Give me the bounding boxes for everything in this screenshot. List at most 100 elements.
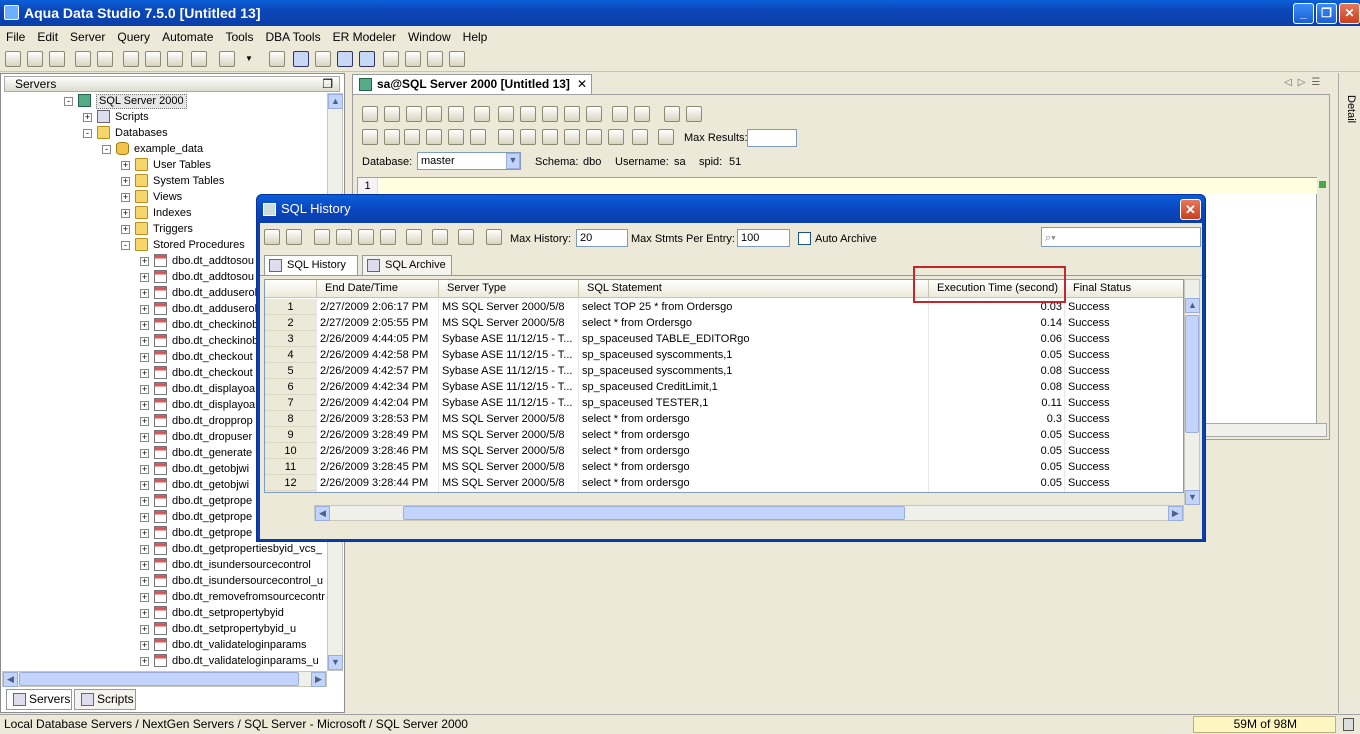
table-row[interactable]: 5 2/26/2009 4:42:57 PM Sybase ASE 11/12/15… [265,363,1183,379]
column-header[interactable]: Final Status [1065,280,1183,298]
tree-node[interactable]: + User Tables [2,157,328,173]
query-options-icon[interactable] [658,129,674,145]
history-copy-icon[interactable] [336,229,352,245]
expand-icon[interactable]: + [121,225,130,234]
print-icon[interactable] [474,106,490,122]
layout-4-icon[interactable] [359,51,375,67]
menu-er-modeler[interactable]: ER Modeler [327,27,402,44]
query-window-icon[interactable] [123,51,139,67]
expand-icon[interactable]: + [121,209,130,218]
column-header[interactable]: Server Type [439,280,579,298]
expand-icon[interactable]: + [140,545,149,554]
query-tab[interactable]: sa@SQL Server 2000 [Untitled 13] ✕ [352,74,592,94]
history-new-icon[interactable] [264,229,280,245]
results-text-icon[interactable] [608,129,624,145]
menu-help[interactable]: Help [457,27,494,44]
max-results-input[interactable] [747,129,797,147]
cut-icon[interactable] [498,106,514,122]
minimize-button[interactable]: _ [1293,3,1314,24]
tab-servers[interactable]: Servers [6,689,72,710]
table-row[interactable]: 8 2/26/2009 3:28:53 PM MS SQL Server 2000/… [265,411,1183,427]
history-print-icon[interactable] [358,229,374,245]
menu-tools[interactable]: Tools [219,27,259,44]
chevron-down-icon[interactable]: ▼ [506,153,520,169]
grid-vertical-scrollbar[interactable]: ▲ ▼ [1184,279,1200,505]
expand-icon[interactable]: + [140,513,149,522]
tree-hscroll-thumb[interactable] [19,672,299,686]
register-server-icon[interactable] [27,51,43,67]
row-number-header[interactable] [265,280,317,298]
connect-icon[interactable] [5,51,21,67]
history-layout-icon[interactable] [432,229,448,245]
grid-horizontal-scrollbar[interactable]: ◀ ▶ [314,505,1184,521]
new-query-icon[interactable] [362,106,378,122]
replace-icon[interactable] [634,106,650,122]
tab-sql-history[interactable]: SQL History [264,255,358,275]
column-header[interactable]: End Date/Time [317,280,439,298]
table-row[interactable]: 10 2/26/2009 3:28:46 PM MS SQL Server 2000… [265,443,1183,459]
tree-node[interactable]: + dbo.dt_isundersourcecontrol [2,557,328,573]
table-row[interactable]: 6 2/26/2009 4:42:34 PM Sybase ASE 11/12/15… [265,379,1183,395]
table-row[interactable]: 11 2/26/2009 3:28:45 PM MS SQL Server 2000… [265,459,1183,475]
expand-icon[interactable]: + [140,289,149,298]
comment-icon[interactable] [686,106,702,122]
database-select[interactable]: master ▼ [417,152,521,170]
tree-node[interactable]: - Databases [2,125,328,141]
table-row[interactable]: 3 2/26/2009 4:44:05 PM Sybase ASE 11/12/15… [265,331,1183,347]
parse-icon[interactable] [448,129,464,145]
format-icon[interactable] [664,106,680,122]
save-as-icon[interactable] [426,106,442,122]
layout-1-icon[interactable] [293,51,309,67]
expand-icon[interactable]: + [140,577,149,586]
menu-window[interactable]: Window [402,27,457,44]
scroll-right-icon[interactable]: ▶ [311,672,326,687]
query-analyzer-icon[interactable] [145,51,161,67]
scroll-down-icon[interactable]: ▼ [328,655,343,670]
expand-icon[interactable]: + [140,433,149,442]
expand-icon[interactable]: + [121,177,130,186]
history-export-icon[interactable] [380,229,396,245]
server-properties-icon[interactable] [49,51,65,67]
undo-icon[interactable] [564,106,580,122]
expand-icon[interactable]: + [140,481,149,490]
history-delete-icon[interactable] [458,229,474,245]
rollback-icon[interactable] [520,129,536,145]
grid-scroll-left-icon[interactable]: ◀ [315,506,330,521]
execute-icon[interactable] [362,129,378,145]
tree-node[interactable]: + Scripts [2,109,328,125]
menu-server[interactable]: Server [64,27,111,44]
save-icon[interactable] [406,106,422,122]
dialog-close-button[interactable]: ✕ [1180,199,1201,220]
menu-automate[interactable]: Automate [156,27,219,44]
results-grid-icon[interactable] [586,129,602,145]
expand-icon[interactable]: + [140,529,149,538]
scripts-icon[interactable] [219,51,235,67]
tree-node[interactable]: + dbo.dt_setpropertybyid [2,605,328,621]
table-row[interactable]: 132/26/2009 3:28:43 PMMS SQL Server 2000… [265,491,1183,492]
table-row[interactable]: 12 2/26/2009 3:28:44 PM MS SQL Server 2000… [265,475,1183,491]
expand-icon[interactable]: + [140,273,149,282]
grid-hscroll-thumb[interactable] [403,506,905,520]
expand-icon[interactable]: + [83,113,92,122]
commit-icon[interactable] [498,129,514,145]
autocommit-icon[interactable] [542,129,558,145]
collapse-icon[interactable]: - [64,97,73,106]
table-row[interactable]: 9 2/26/2009 3:28:49 PM MS SQL Server 2000/… [265,427,1183,443]
refresh-icon[interactable] [97,51,113,67]
scroll-left-icon[interactable]: ◀ [3,672,18,687]
execute-selection-icon[interactable] [404,129,420,145]
find-icon[interactable] [612,106,628,122]
expand-icon[interactable]: + [140,449,149,458]
expand-icon[interactable]: + [140,257,149,266]
expand-icon[interactable]: + [140,657,149,666]
history-table[interactable]: End Date/Time Server Type SQL Statement Exe… [264,279,1184,493]
grid-scroll-up-icon[interactable]: ▲ [1185,298,1200,313]
tree-node[interactable]: - SQL Server 2000 [2,93,328,109]
copy-icon[interactable] [520,106,536,122]
expand-icon[interactable]: + [140,321,149,330]
scroll-up-icon[interactable]: ▲ [328,94,343,109]
history-icon[interactable] [269,51,285,67]
expand-icon[interactable]: + [140,417,149,426]
expand-icon[interactable]: + [121,193,130,202]
table-editor-icon[interactable] [167,51,183,67]
